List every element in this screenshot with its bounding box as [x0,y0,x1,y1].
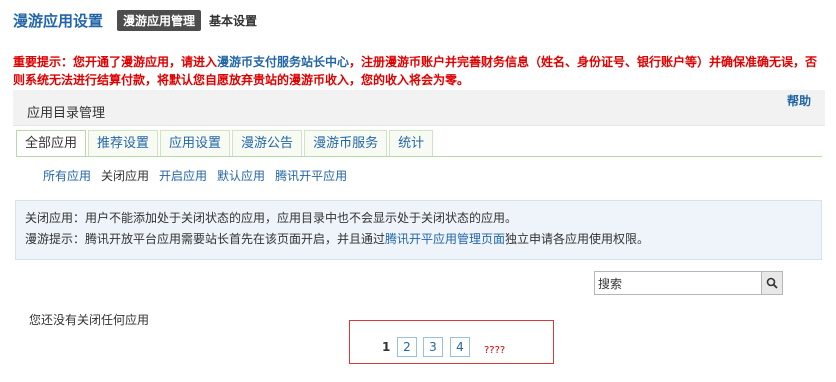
info-box: 关闭应用：用户不能添加处于关闭状态的应用，应用目录中也不会显示处于关闭状态的应用… [15,200,822,260]
tencent-app-manage-link[interactable]: 腾讯开平应用管理页面 [385,232,505,246]
search-icon [766,277,778,289]
info-tip-prefix: 漫游提示：腾讯开放平台应用需要站长首先在该页面开启，并且通过 [25,232,386,246]
info-close-apps: 关闭应用：用户不能添加处于关闭状态的应用，应用目录中也不会显示处于关闭状态的应用… [25,211,518,225]
tab-divider [16,156,822,157]
subnav-all-apps[interactable]: 所有应用 [43,167,91,184]
help-link[interactable]: 帮助 [787,92,811,109]
page-link[interactable]: 4 [450,337,470,357]
info-roam-tip: 漫游提示：腾讯开放平台应用需要站长首先在该页面开启，并且通过腾讯开平应用管理页面… [16,229,821,250]
tab-roam-app-manage[interactable]: 漫游应用管理 [117,9,202,31]
page-link[interactable]: 2 [397,337,417,357]
tab-app-settings[interactable]: 应用设置 [160,130,231,156]
page-link[interactable]: 3 [423,337,443,357]
payment-center-link[interactable]: 漫游币支付服务站长中心 [217,55,349,69]
subnav-opened-apps[interactable]: 开启应用 [159,167,207,184]
tab-basic-settings[interactable]: 基本设置 [209,12,257,29]
subnav: 所有应用 关闭应用 开启应用 默认应用 腾讯开平应用 [43,167,357,184]
page-extra: ???? [484,345,506,356]
tab-statistics[interactable]: 统计 [389,130,434,156]
panel-title: 应用目录管理 [27,106,106,121]
search-button[interactable] [761,272,782,294]
search-input[interactable] [595,272,762,294]
search-box [594,271,783,295]
tab-recommend-settings[interactable]: 推荐设置 [88,130,159,156]
page-current: 1 [382,340,391,354]
subnav-closed-apps[interactable]: 关闭应用 [101,167,149,184]
tab-roam-coin-service[interactable]: 漫游币服务 [304,130,388,156]
subnav-default-apps[interactable]: 默认应用 [217,167,265,184]
pagination: 1 2 3 4 ???? [349,320,554,364]
panel-header: 应用目录管理 帮助 [13,90,825,126]
subnav-tencent-open-apps[interactable]: 腾讯开平应用 [275,167,347,184]
notice-prefix: 重要提示：您开通了漫游应用，请进入 [13,55,218,69]
important-notice: 重要提示：您开通了漫游应用，请进入漫游币支付服务站长中心，注册漫游币账户并完善财… [13,53,825,89]
page-header: 漫游应用设置 漫游应用管理 基本设置 [13,9,257,31]
tab-roam-announcement[interactable]: 漫游公告 [232,130,303,156]
page-title: 漫游应用设置 [13,11,104,30]
empty-message: 您还没有关闭任何应用 [29,313,150,327]
tab-bar: 全部应用 推荐设置 应用设置 漫游公告 漫游币服务 统计 [16,130,435,157]
info-tip-suffix: 独立申请各应用使用权限。 [505,232,650,246]
tab-all-apps[interactable]: 全部应用 [16,130,87,157]
